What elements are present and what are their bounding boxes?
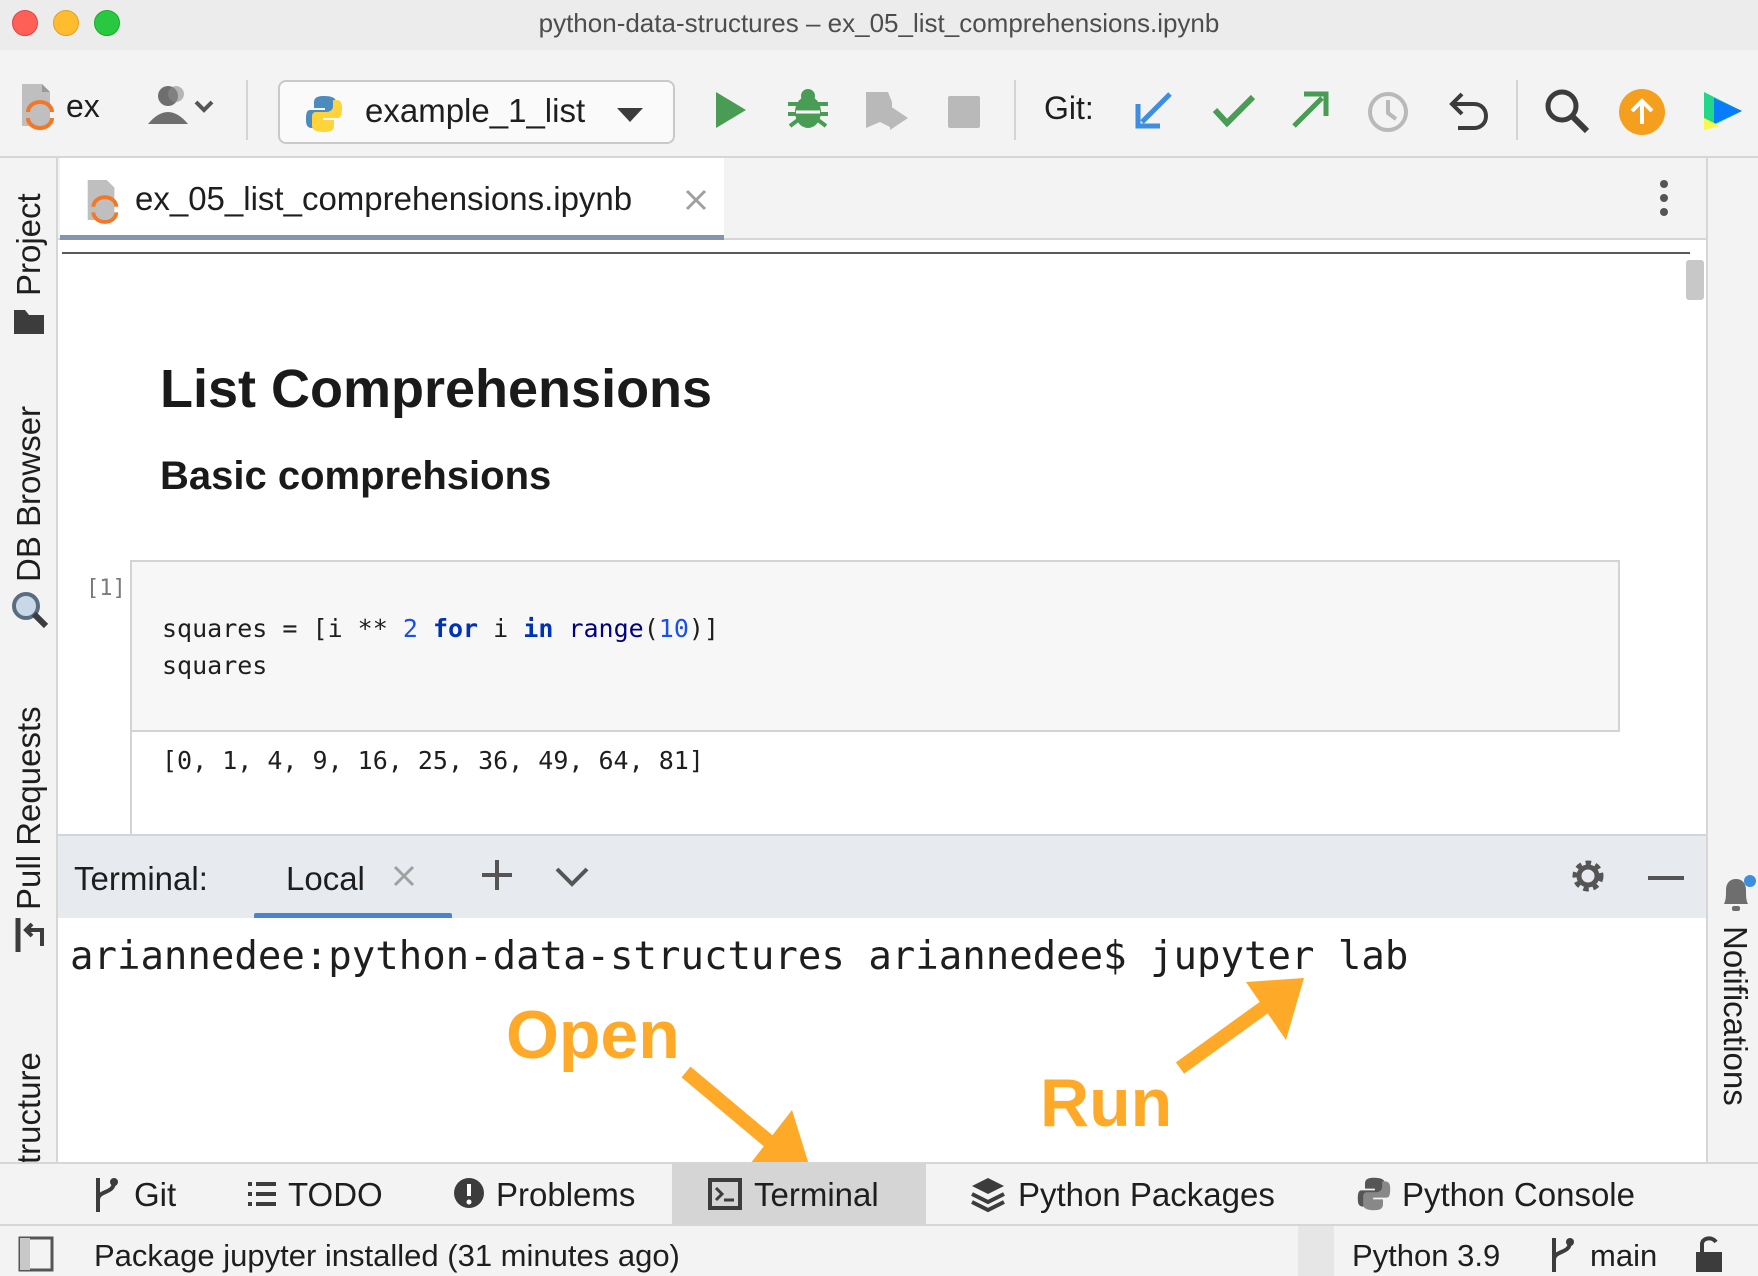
history-icon[interactable] <box>1366 90 1410 134</box>
run-icon[interactable] <box>714 90 748 130</box>
editor-tab-bar: ex_05_list_comprehensions.ipynb <box>58 158 1706 240</box>
structure-tool-button[interactable]: Structure <box>10 1052 48 1162</box>
terminal-command-line[interactable]: ariannedee:python-data-structures ariann… <box>70 934 1408 979</box>
code-cell[interactable]: squares = [i ** 2 for i in range(10)] sq… <box>130 560 1620 732</box>
rollback-icon[interactable] <box>1446 90 1490 132</box>
more-options-icon[interactable] <box>1658 178 1670 218</box>
add-icon[interactable] <box>480 858 514 892</box>
python-packages-tool-label: Python Packages <box>1018 1176 1275 1213</box>
terminal-output[interactable]: ariannedee:python-data-structures ariann… <box>58 918 1706 1162</box>
problems-icon <box>454 1178 484 1208</box>
cell-execution-count: [1] <box>86 576 126 601</box>
python-console-tool-label: Python Console <box>1402 1176 1635 1213</box>
terminal-tool-label: Terminal <box>754 1176 879 1213</box>
account-icon[interactable] <box>144 82 220 126</box>
close-icon[interactable] <box>392 864 416 888</box>
left-tool-strip: Project DB Browser Pull Requests Structu… <box>0 158 58 1162</box>
terminal-title: Terminal: <box>74 860 208 897</box>
coverage-icon[interactable] <box>862 88 910 134</box>
gear-icon[interactable] <box>1568 856 1608 896</box>
close-icon[interactable] <box>684 188 708 212</box>
notifications-bell-icon[interactable] <box>1718 874 1758 916</box>
status-message[interactable]: Package jupyter installed (31 minutes ag… <box>94 1238 680 1274</box>
todo-tool-button[interactable]: TODO <box>236 1164 396 1224</box>
db-browser-icon <box>12 592 48 628</box>
window-title: python-data-structures – ex_05_list_comp… <box>538 8 1220 38</box>
git-branch[interactable]: main <box>1590 1238 1657 1274</box>
project-name[interactable]: ex <box>66 88 100 125</box>
panel-toggle-icon[interactable] <box>18 1236 54 1272</box>
markdown-heading-1: List Comprehensions <box>160 359 713 419</box>
python-console-tool-button[interactable]: Python Console <box>1352 1164 1662 1224</box>
folder-icon <box>14 310 44 334</box>
debug-icon[interactable] <box>786 86 830 132</box>
pull-requests-tool-button[interactable]: Pull Requests <box>10 706 48 910</box>
code-cell-source[interactable]: squares = [i ** 2 for i in range(10)] sq… <box>162 610 719 684</box>
window-title-bar: python-data-structures – ex_05_list_comp… <box>0 0 1758 50</box>
notifications-tool-button[interactable]: Notifications <box>1716 926 1754 1106</box>
python-icon <box>1357 1177 1391 1211</box>
terminal-icon <box>708 1178 742 1210</box>
run-configuration-label: example_1_list <box>365 92 586 129</box>
python-packages-tool-button[interactable]: Python Packages <box>966 1164 1286 1224</box>
chevron-down-icon[interactable] <box>554 866 590 888</box>
terminal-header: Terminal: Local <box>58 834 1706 920</box>
db-browser-tool-button[interactable]: DB Browser <box>10 406 48 582</box>
python-interpreter[interactable]: Python 3.9 <box>1352 1238 1500 1274</box>
stop-icon[interactable] <box>948 96 980 128</box>
list-icon <box>248 1182 276 1206</box>
git-commit-icon[interactable] <box>1212 94 1256 128</box>
layers-icon <box>971 1178 1005 1213</box>
pull-requests-icon <box>15 918 44 952</box>
git-tool-label: Git <box>134 1176 177 1213</box>
cell-output: [0, 1, 4, 9, 16, 25, 36, 49, 64, 81] <box>162 746 704 775</box>
annotation-run: Run <box>1040 1065 1173 1141</box>
notebook-editor[interactable]: List Comprehensions Basic comprehsions [… <box>58 240 1706 834</box>
notebook-file-icon <box>87 180 119 224</box>
editor-scrollbar[interactable] <box>1686 260 1704 300</box>
markdown-heading-2: Basic comprehsions <box>160 454 552 498</box>
main-toolbar: ex example_1_list Git: <box>0 50 1758 158</box>
problems-tool-label: Problems <box>496 1176 636 1213</box>
editor-tab-label: ex_05_list_comprehensions.ipynb <box>135 180 633 217</box>
notebook-file-icon[interactable] <box>16 82 58 130</box>
unlock-icon[interactable] <box>1692 1234 1728 1274</box>
jetbrains-ai-icon[interactable] <box>1700 88 1746 134</box>
python-icon <box>306 96 342 132</box>
status-bar: Package jupyter installed (31 minutes ag… <box>0 1224 1758 1276</box>
terminal-tool-button[interactable]: Terminal <box>672 1164 926 1224</box>
git-push-icon[interactable] <box>1290 90 1330 130</box>
arrow-annotation-open <box>681 1066 810 1168</box>
branch-icon <box>1552 1238 1574 1272</box>
todo-tool-label: TODO <box>288 1176 383 1213</box>
terminal-tab-local[interactable]: Local <box>254 836 452 920</box>
chevron-down-icon <box>617 108 643 122</box>
editor-tab-notebook[interactable]: ex_05_list_comprehensions.ipynb <box>60 158 724 240</box>
branch-icon <box>96 1178 118 1212</box>
problems-tool-button[interactable]: Problems <box>442 1164 652 1224</box>
run-configuration-dropdown[interactable]: example_1_list <box>278 80 675 144</box>
git-label: Git: <box>1044 90 1094 126</box>
arrow-annotation-run <box>1175 978 1304 1074</box>
annotation-open: Open <box>506 997 680 1073</box>
right-tool-strip: Notifications <box>1706 158 1758 1162</box>
git-tool-button[interactable]: Git <box>80 1164 200 1224</box>
bottom-tool-bar: Git TODO Problems Terminal Python Packag… <box>0 1162 1758 1224</box>
update-available-icon[interactable] <box>1618 88 1666 136</box>
git-update-icon[interactable] <box>1134 90 1174 130</box>
project-tool-button[interactable]: Project <box>10 193 48 296</box>
minimize-panel-icon[interactable] <box>1648 876 1684 880</box>
terminal-tab-label: Local <box>286 860 365 897</box>
search-icon[interactable] <box>1544 88 1590 134</box>
